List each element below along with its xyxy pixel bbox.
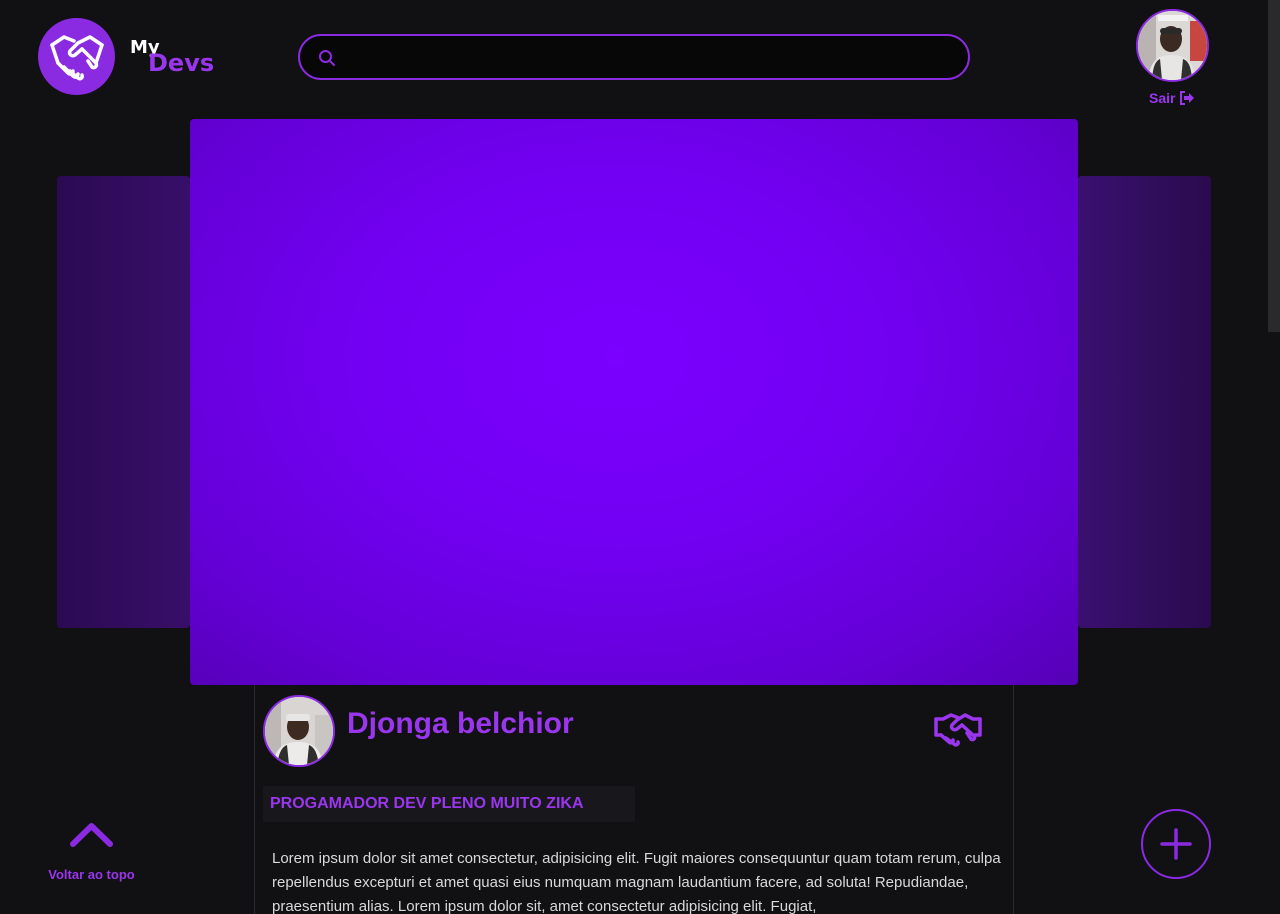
handshake-icon[interactable] — [933, 711, 983, 747]
chevron-up-icon — [70, 823, 113, 847]
search-icon[interactable] — [318, 49, 336, 67]
user-photo — [1138, 11, 1207, 80]
scrollbar-thumb[interactable] — [1268, 0, 1280, 332]
logo[interactable] — [38, 18, 115, 95]
logo-word-devs: Devs — [148, 49, 215, 77]
back-to-top-button[interactable]: Voltar ao topo — [44, 818, 139, 884]
post-body-text: Lorem ipsum dolor sit amet consectetur, … — [272, 850, 1001, 914]
post-author-name[interactable]: Djonga belchior — [347, 707, 574, 741]
author-photo — [265, 697, 333, 765]
add-post-button[interactable] — [1141, 809, 1211, 879]
logout-label: Sair — [1149, 90, 1176, 106]
logo-wordmark[interactable]: My Devs — [130, 37, 220, 82]
handshake-icon — [49, 34, 104, 81]
back-to-top-label: Voltar ao topo — [48, 867, 135, 882]
post-author-avatar[interactable] — [263, 695, 335, 767]
plus-icon — [1160, 828, 1192, 860]
post-author-role: PROGAMADOR DEV PLENO MUITO ZIKA — [263, 786, 635, 822]
sign-out-icon — [1180, 91, 1195, 105]
user-avatar[interactable] — [1136, 9, 1209, 82]
carousel-slide-next[interactable] — [1078, 176, 1211, 628]
search-bar[interactable] — [298, 34, 970, 80]
search-input[interactable] — [346, 36, 950, 80]
carousel-slide-previous[interactable] — [57, 176, 190, 628]
logout-button[interactable]: Sair — [1149, 88, 1195, 108]
carousel-slide-active[interactable] — [190, 119, 1078, 685]
post-card: Djonga belchior PROGAMADOR DEV PLENO MUI… — [254, 685, 1014, 914]
page: My Devs Sair Djonga belchior PROGAMADOR … — [0, 0, 1280, 914]
